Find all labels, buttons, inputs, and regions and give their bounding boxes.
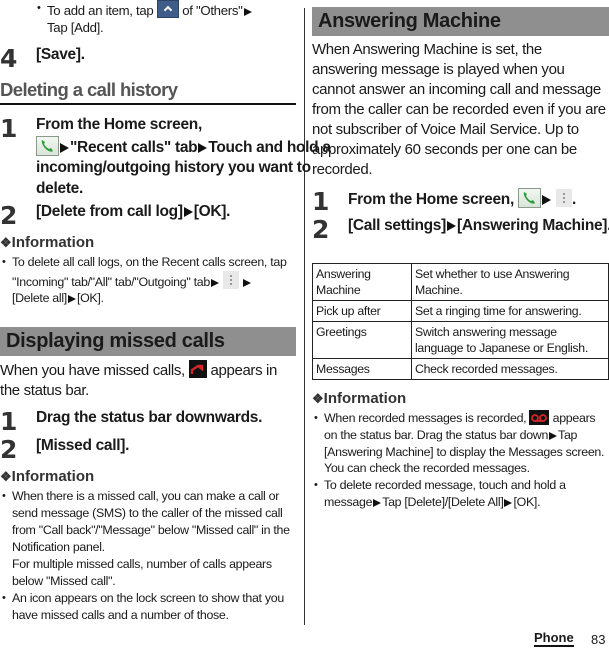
info-heading-delete: ❖Information (0, 234, 95, 251)
arrow-right-icon (373, 498, 382, 507)
info-heading-answering: ❖Information (312, 390, 407, 407)
info-bullet-answering-1: When recorded messages is recorded, appe… (312, 410, 609, 477)
info-bullet-answering-2: To delete recorded message, touch and ho… (312, 477, 609, 511)
info-diamond-icon: ❖ (0, 469, 12, 484)
voicemail-icon (529, 410, 550, 425)
phone-icon (36, 135, 59, 156)
column-divider (304, 8, 305, 625)
section-heading-answering: Answering Machine (312, 7, 609, 36)
chevron-up-icon (156, 0, 179, 18)
section-heading-deleting: Deleting a call history (0, 79, 296, 105)
menu-icon (556, 189, 573, 207)
table-key: Answering Machine (312, 263, 412, 301)
phone-icon (518, 188, 541, 208)
table-row: Answering Machine Set whether to use Ans… (312, 263, 609, 301)
arrow-right-icon (243, 278, 252, 287)
table-value: Set a ringing time for answering. (411, 300, 609, 322)
arrow-right-icon (183, 207, 193, 217)
info-diamond-icon: ❖ (312, 391, 324, 406)
table-value: Check recorded messages. (411, 358, 609, 380)
table-row: Pick up after Set a ringing time for ans… (312, 300, 609, 322)
arrow-right-icon (542, 195, 551, 205)
step-save: 4 [Save]. (0, 44, 85, 73)
arrow-right-icon (504, 498, 513, 507)
arrow-right-icon (549, 431, 558, 440)
table-value: Set whether to use Answering Machine. (411, 263, 609, 301)
menu-icon (223, 270, 240, 289)
step-1-answering: 1 From the Home screen, . (312, 187, 577, 216)
info-diamond-icon: ❖ (0, 235, 12, 250)
step-2-missed: 2 [Missed call]. (0, 435, 130, 464)
section-heading-missed: Displaying missed calls (0, 327, 296, 356)
table-row: Messages Check recorded messages. (312, 358, 609, 380)
table-key: Pick up after (312, 300, 412, 322)
page-number: 83 (591, 632, 606, 647)
info-bullet-delete-all: To delete all call logs, on the Recent c… (0, 254, 304, 307)
arrow-right-icon (60, 142, 69, 153)
info-bullet-missed-2: An icon appears on the lock screen to sh… (0, 590, 296, 624)
arrow-right-icon (67, 295, 76, 303)
missed-intro: When you have missed calls, appears in t… (0, 360, 278, 399)
answering-settings-table: Answering Machine Set whether to use Ans… (312, 263, 609, 380)
missed-call-icon (188, 360, 207, 378)
arrow-right-icon (210, 278, 219, 287)
arrow-right-icon (198, 142, 208, 153)
step-1-delete: 1 From the Home screen, "Recent calls" t… (0, 114, 331, 197)
table-key: Greetings (312, 321, 412, 359)
table-row: Greetings Switch answering message langu… (312, 321, 609, 359)
step-2-answering: 2 [Call settings] [Answering Machine]. (312, 215, 609, 244)
answering-intro: When Answering Machine is set, the answe… (312, 41, 606, 178)
step-2-delete: 2 [Delete from call log] [OK]. (0, 201, 231, 230)
step-1-missed: 1 Drag the status bar downwards. (0, 407, 263, 436)
table-value: Switch answering message language to Jap… (411, 321, 609, 359)
add-item-bullet: To add an item, tap of "Others" Tap [Add… (35, 0, 297, 36)
arrow-right-icon (446, 221, 456, 231)
arrow-right-icon (243, 8, 252, 16)
info-bullet-missed-1: When there is a missed call, you can mak… (0, 488, 296, 590)
footer-section-label: Phone (534, 630, 574, 647)
table-key: Messages (312, 358, 412, 380)
info-heading-missed: ❖Information (0, 468, 95, 485)
